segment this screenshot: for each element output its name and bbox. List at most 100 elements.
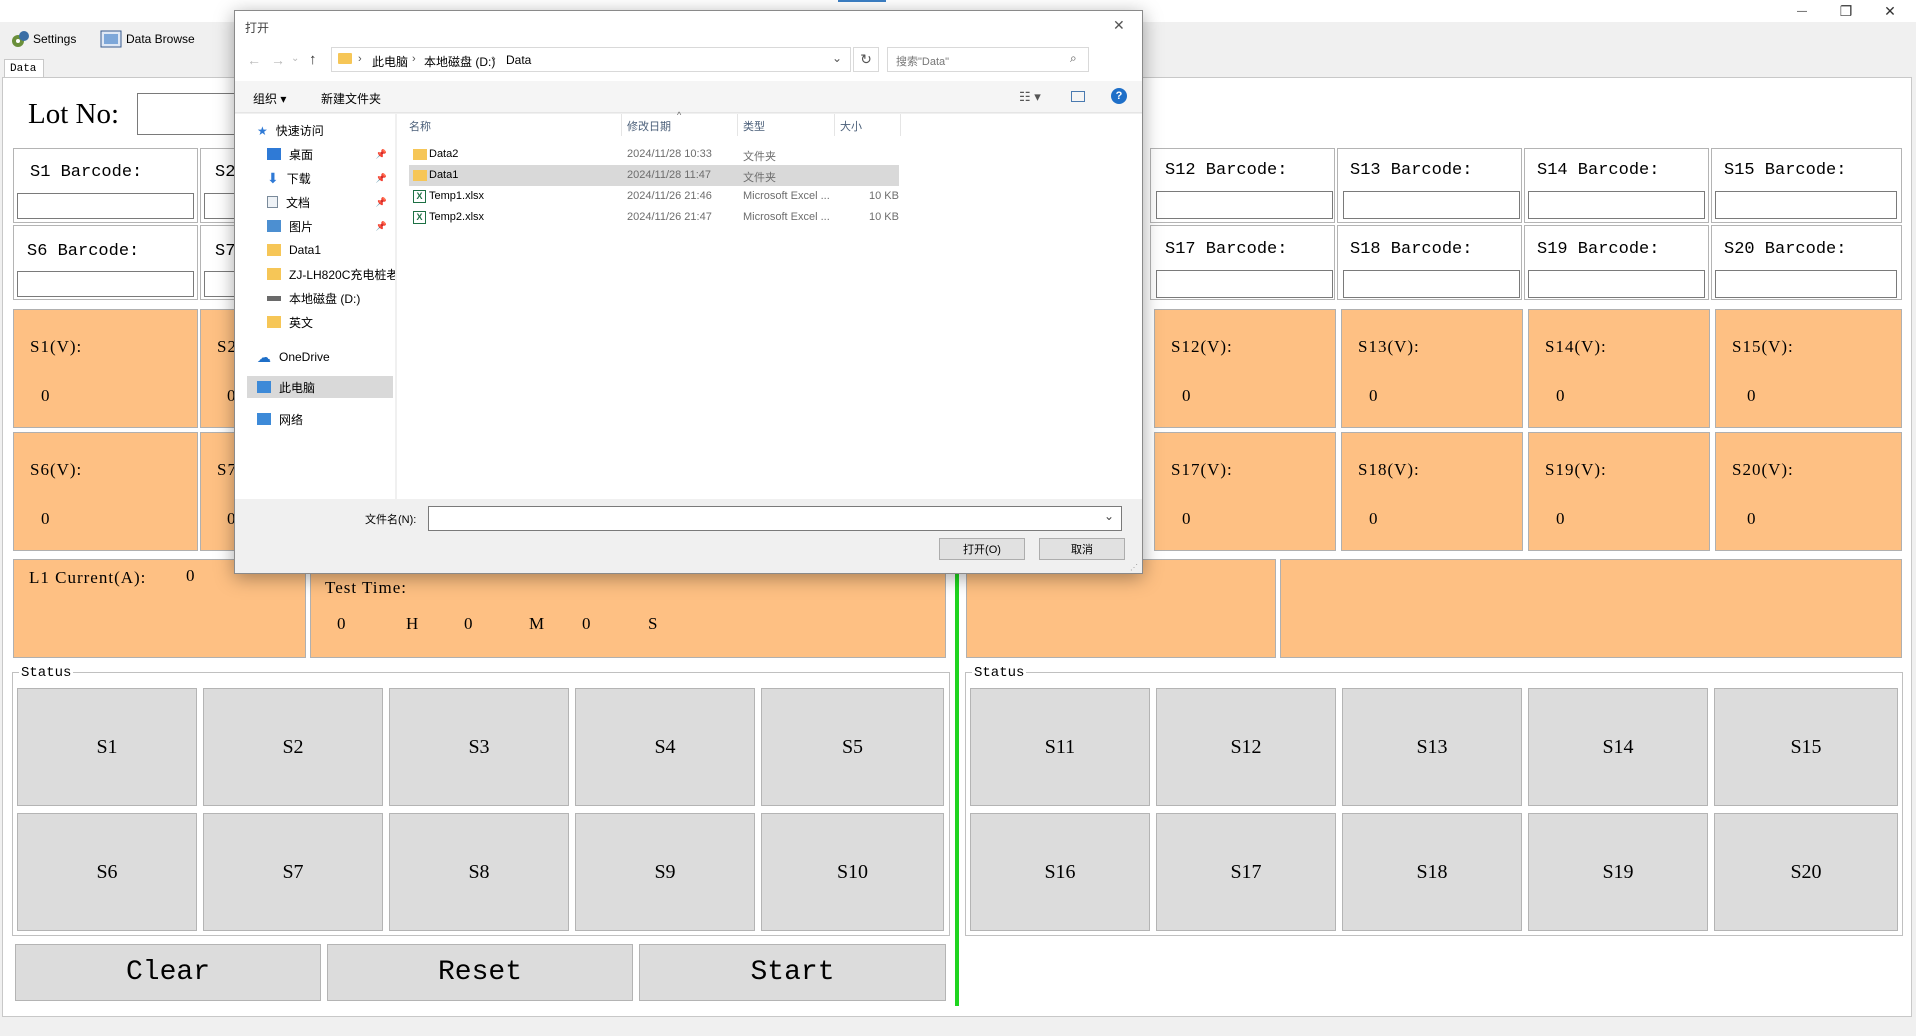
s15-barcode-input[interactable]	[1715, 191, 1897, 219]
status-s11[interactable]: S11	[970, 688, 1150, 806]
column-size[interactable]: 大小	[840, 118, 862, 134]
column-type[interactable]: 类型	[743, 118, 765, 134]
path-drive[interactable]: 本地磁盘 (D:)	[424, 53, 495, 70]
tree-desktop[interactable]: 桌面 📌	[267, 143, 387, 165]
tree-data1[interactable]: Data1	[267, 239, 321, 261]
data-browse-button[interactable]: Data Browse	[100, 27, 195, 51]
resize-grip-icon[interactable]: ⋰	[1130, 563, 1138, 572]
minimize-button[interactable]: —	[1780, 0, 1824, 22]
address-dropdown-icon[interactable]: ⌄	[832, 51, 842, 65]
pin-icon: 📌	[375, 196, 387, 207]
organize-button[interactable]: 组织 ▾	[253, 90, 286, 107]
document-icon	[267, 196, 278, 208]
s12-barcode-input[interactable]	[1156, 191, 1333, 219]
view-options-icon[interactable]: ☷ ▾	[1019, 89, 1041, 105]
status-s1[interactable]: S1	[17, 688, 197, 806]
status-s6[interactable]: S6	[17, 813, 197, 931]
status-s10[interactable]: S10	[761, 813, 944, 931]
file-row[interactable]: X Temp2.xlsx 2024/11/26 21:47 Microsoft …	[409, 207, 899, 228]
clear-button[interactable]: Clear	[15, 944, 321, 1001]
status-s17[interactable]: S17	[1156, 813, 1336, 931]
tree-documents[interactable]: 文档 📌	[267, 191, 387, 213]
status-s13[interactable]: S13	[1342, 688, 1522, 806]
new-folder-button[interactable]: 新建文件夹	[321, 90, 381, 107]
s17-barcode-input[interactable]	[1156, 270, 1333, 298]
tree-network[interactable]: 网络	[257, 408, 303, 430]
status-s19[interactable]: S19	[1528, 813, 1708, 931]
status-s7[interactable]: S7	[203, 813, 383, 931]
tree-this-pc[interactable]: 此电脑	[247, 376, 393, 398]
help-icon[interactable]: ?	[1111, 88, 1127, 104]
s6-barcode-input[interactable]	[17, 271, 194, 297]
cancel-button[interactable]: 取消	[1039, 538, 1125, 560]
status-s20[interactable]: S20	[1714, 813, 1898, 931]
status-s3[interactable]: S3	[389, 688, 569, 806]
settings-button[interactable]: Settings	[10, 27, 76, 51]
s14-barcode-input[interactable]	[1528, 191, 1705, 219]
address-bar[interactable]: › 此电脑 › 本地磁盘 (D:) › Data ⌄	[331, 47, 851, 72]
reset-button[interactable]: Reset	[327, 944, 633, 1001]
start-button[interactable]: Start	[639, 944, 946, 1001]
recent-chevron-icon[interactable]: ⌄	[291, 53, 299, 64]
s20-barcode-input[interactable]	[1715, 270, 1897, 298]
s14-voltage-label: S14(V):	[1545, 337, 1607, 356]
tree-label: OneDrive	[279, 350, 330, 364]
s12-barcode-cell: S12 Barcode:	[1150, 148, 1335, 223]
tree-english[interactable]: 英文	[267, 311, 313, 333]
status-s16[interactable]: S16	[970, 813, 1150, 931]
s20-barcode-cell: S20 Barcode:	[1711, 225, 1902, 300]
back-arrow-icon[interactable]: ←	[247, 52, 261, 68]
s13-barcode-input[interactable]	[1343, 191, 1520, 219]
column-date[interactable]: 修改日期	[627, 118, 671, 134]
s15-barcode-label: S15 Barcode:	[1724, 161, 1847, 180]
folder-icon	[413, 149, 427, 160]
path-folder[interactable]: Data	[506, 53, 531, 67]
restore-button[interactable]: ❐	[1824, 0, 1868, 22]
tree-quick-access[interactable]: ★ 快速访问	[257, 119, 324, 141]
file-name: Data2	[429, 148, 459, 160]
file-row[interactable]: X Temp1.xlsx 2024/11/26 21:46 Microsoft …	[409, 186, 899, 207]
s1-barcode-input[interactable]	[17, 193, 194, 219]
s15-barcode-cell: S15 Barcode:	[1711, 148, 1902, 223]
s13-barcode-label: S13 Barcode:	[1350, 161, 1473, 180]
s18-barcode-input[interactable]	[1343, 270, 1520, 298]
file-row[interactable]: Data2 2024/11/28 10:33 文件夹	[409, 144, 899, 165]
dialog-close-icon[interactable]: ✕	[1113, 17, 1125, 34]
filename-input[interactable]: ⌄	[428, 506, 1122, 531]
open-button[interactable]: 打开(O)	[939, 538, 1025, 560]
status-s12[interactable]: S12	[1156, 688, 1336, 806]
status-s15[interactable]: S15	[1714, 688, 1898, 806]
test-time-minutes-unit: M	[529, 614, 546, 633]
file-row-selected[interactable]: Data1 2024/11/28 11:47 文件夹	[409, 165, 899, 186]
column-name[interactable]: 名称	[409, 118, 431, 134]
status-s2[interactable]: S2	[203, 688, 383, 806]
tree-local-disk[interactable]: 本地磁盘 (D:)	[267, 287, 360, 309]
up-arrow-icon[interactable]: ↑	[309, 51, 317, 68]
status-s4[interactable]: S4	[575, 688, 755, 806]
tab-data[interactable]: Data	[4, 59, 44, 78]
preview-pane-icon[interactable]	[1071, 91, 1085, 102]
s19-barcode-input[interactable]	[1528, 270, 1705, 298]
star-icon: ★	[257, 124, 268, 138]
search-input[interactable]: 搜索"Data" ⌕	[887, 47, 1089, 72]
status-s14[interactable]: S14	[1528, 688, 1708, 806]
s14-barcode-label: S14 Barcode:	[1537, 161, 1660, 180]
s7-barcode-label: S7	[215, 242, 236, 261]
tree-onedrive[interactable]: ☁ OneDrive	[257, 346, 330, 368]
status-s18[interactable]: S18	[1342, 813, 1522, 931]
refresh-icon[interactable]: ↻	[853, 47, 879, 72]
s17-barcode-cell: S17 Barcode:	[1150, 225, 1335, 300]
status-left-title: Status	[19, 665, 74, 681]
status-s5[interactable]: S5	[761, 688, 944, 806]
window-close-button[interactable]: ✕	[1868, 0, 1912, 22]
status-s9[interactable]: S9	[575, 813, 755, 931]
tree-downloads[interactable]: ⬇ 下载 📌	[267, 167, 387, 189]
path-pc[interactable]: 此电脑	[372, 53, 408, 70]
s6-barcode-cell: S6 Barcode:	[13, 225, 198, 300]
tree-zj-folder[interactable]: ZJ-LH820C充电桩老	[267, 263, 395, 285]
forward-arrow-icon[interactable]: →	[271, 52, 285, 68]
lot-input[interactable]	[137, 93, 237, 135]
status-s8[interactable]: S8	[389, 813, 569, 931]
filename-dropdown-icon[interactable]: ⌄	[1104, 509, 1114, 523]
tree-pictures[interactable]: 图片 📌	[267, 215, 387, 237]
